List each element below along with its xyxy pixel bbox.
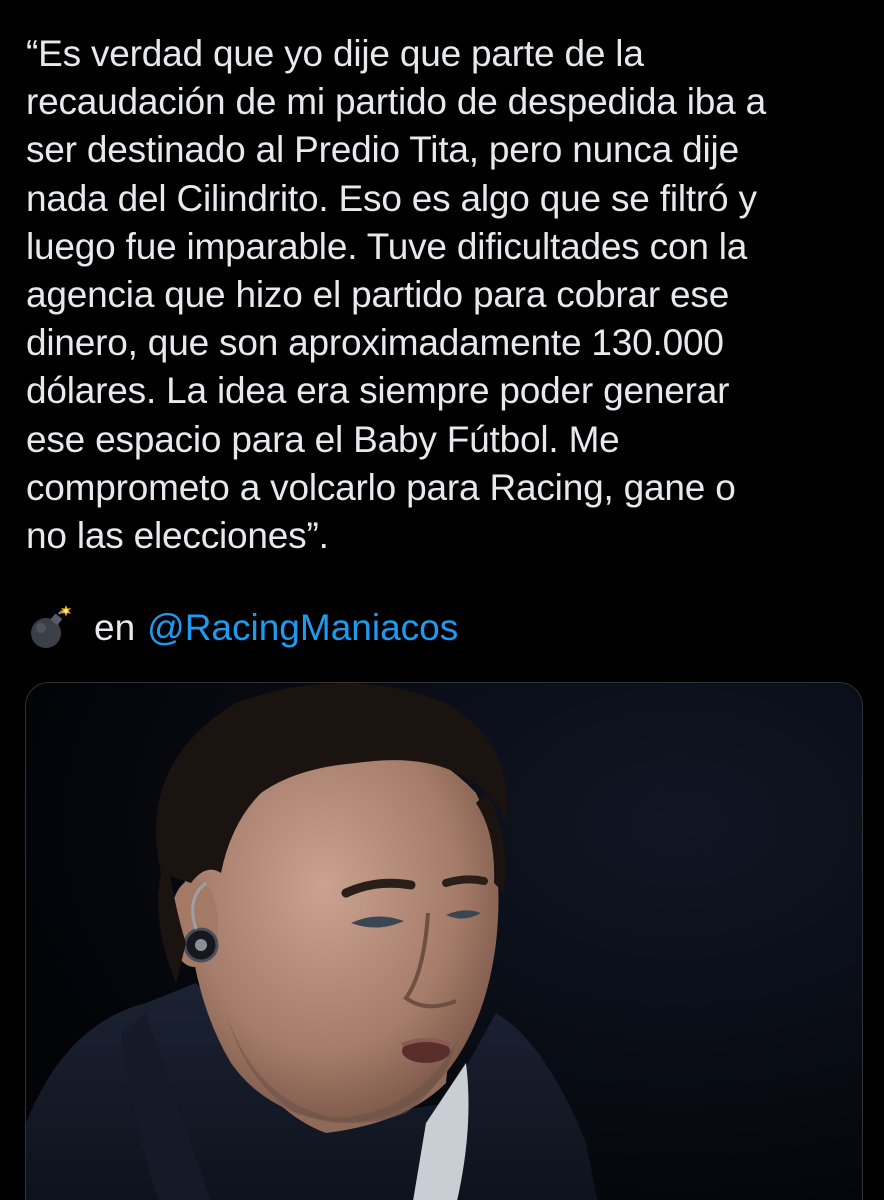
tweet-credit: en @RacingManiacos xyxy=(26,602,458,654)
bomb-icon xyxy=(26,605,72,651)
media-image[interactable] xyxy=(25,682,863,1200)
media-photo xyxy=(26,683,862,1200)
credit-prefix: en xyxy=(94,607,136,648)
mention-link[interactable]: @RacingManiacos xyxy=(147,607,458,649)
tweet-text: “Es verdad que yo dije que parte de la r… xyxy=(26,33,766,557)
